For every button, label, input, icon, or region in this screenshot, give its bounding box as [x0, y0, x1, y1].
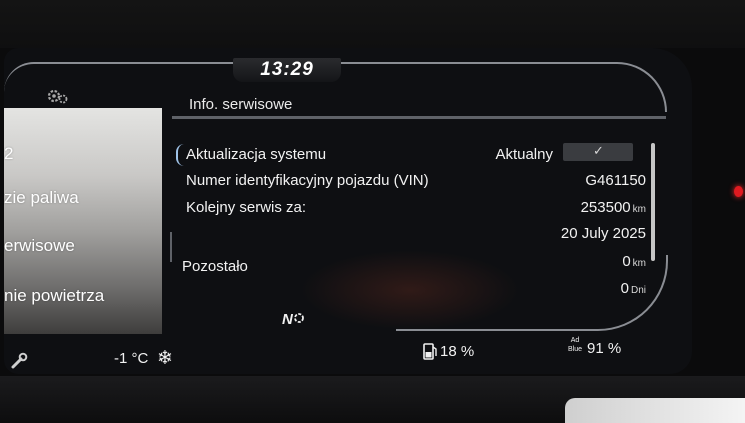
scrollbar[interactable]	[651, 143, 655, 261]
next-service-distance-unit: km	[632, 204, 646, 215]
vin-value: G461150	[585, 172, 646, 189]
outside-temperature: -1 °C	[114, 350, 149, 367]
section-title: Info. serwisowe	[189, 96, 293, 113]
fuel-level: 18 %	[440, 343, 475, 360]
gear-value: N	[282, 311, 293, 328]
next-service-label: Kolejny serwis za:	[186, 199, 307, 216]
adblue-level: 91 %	[587, 340, 622, 357]
reflection-glare	[565, 398, 745, 423]
adblue-icon: Ad Blue	[564, 336, 586, 356]
left-menu-item[interactable]: zie paliwa	[4, 188, 79, 208]
focus-indicator	[176, 144, 184, 166]
adblue-label-bottom: Blue	[567, 346, 582, 353]
adblue-label-top: Ad	[570, 337, 580, 344]
gear-indicator: N	[282, 311, 305, 328]
system-update-label[interactable]: Aktualizacja systemu	[186, 146, 326, 163]
dashboard-trim-top	[0, 0, 745, 48]
drive-mode-icon	[293, 313, 304, 323]
warning-led	[734, 186, 743, 197]
snowflake-icon: ❄	[157, 348, 173, 369]
next-service-date: 20 July 2025	[560, 225, 646, 242]
left-menu-panel: 2 zie paliwa erwisowe nie powietrza	[4, 108, 162, 334]
left-menu-item[interactable]: 2	[4, 144, 13, 164]
system-update-value: Aktualny	[495, 146, 553, 163]
bottom-frame-arc	[396, 255, 668, 331]
settings-icon	[47, 88, 69, 106]
wrench-icon	[10, 352, 30, 374]
left-menu-item[interactable]: erwisowe	[4, 236, 75, 256]
top-frame-arc-left	[4, 62, 244, 92]
title-divider	[172, 116, 666, 119]
top-frame-arc-right	[335, 62, 667, 112]
check-icon: ✓	[593, 143, 604, 158]
next-service-distance-value: 253500	[580, 199, 631, 216]
next-service-distance: 253500 km	[581, 199, 646, 216]
clock: 13:29	[260, 59, 314, 80]
fuel-pump-icon	[423, 342, 437, 364]
content-divider	[160, 232, 172, 262]
vin-label: Numer identyfikacyjny pojazdu (VIN)	[186, 172, 429, 189]
remaining-label: Pozostało	[182, 258, 248, 275]
left-menu-item[interactable]: nie powietrza	[4, 286, 104, 306]
